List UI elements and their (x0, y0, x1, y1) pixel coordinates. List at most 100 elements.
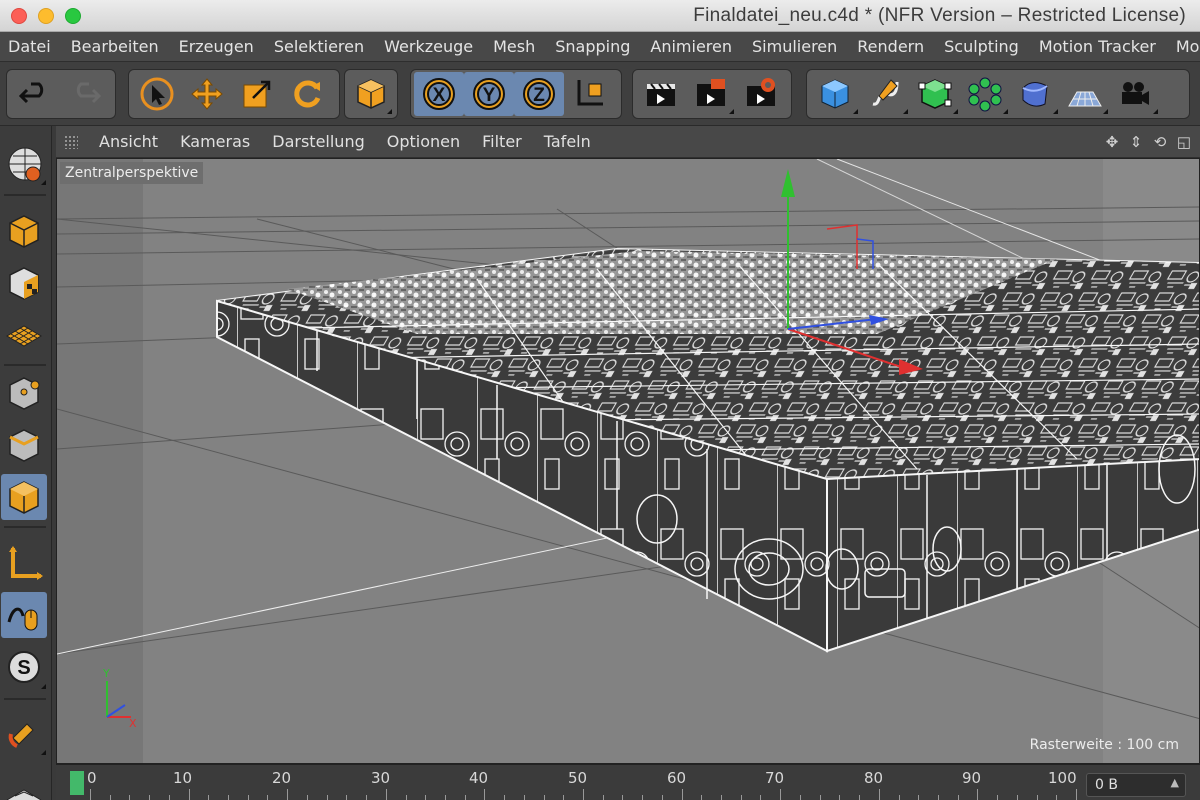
3d-viewport[interactable]: Zentralperspektive Rasterweite : 100 cm … (56, 158, 1200, 764)
camera-icon[interactable] (1110, 72, 1160, 116)
viewport-scene (57, 159, 1199, 763)
viewport-menu-tafeln[interactable]: Tafeln (533, 132, 602, 151)
frame-tick (937, 795, 939, 800)
floor-grid-icon[interactable] (1, 762, 47, 800)
points-mode-icon[interactable] (1, 370, 47, 416)
menu-sculpting[interactable]: Sculpting (934, 37, 1029, 56)
menu-snapping[interactable]: Snapping (545, 37, 640, 56)
menu-mesh[interactable]: Mesh (483, 37, 545, 56)
frame-ruler[interactable]: 0 10 20 30 40 50 60 70 80 90 100 (66, 765, 1077, 800)
viewport-menu-darstellung[interactable]: Darstellung (261, 132, 375, 151)
viewport-menu-kameras[interactable]: Kameras (169, 132, 261, 151)
undo-redo-group (6, 69, 116, 119)
render-group (632, 69, 792, 119)
render-view-icon[interactable] (636, 72, 686, 116)
menu-rendern[interactable]: Rendern (847, 37, 934, 56)
y-axis-icon[interactable]: Y (464, 72, 514, 116)
frame-tick (721, 795, 723, 800)
frame-tick (878, 789, 880, 800)
menu-simulieren[interactable]: Simulieren (742, 37, 847, 56)
menu-animieren[interactable]: Animieren (640, 37, 742, 56)
array-icon[interactable] (960, 72, 1010, 116)
frame-tick (523, 795, 525, 800)
frame-tick (661, 795, 663, 800)
frame-tick (740, 795, 742, 800)
close-window-button[interactable] (11, 8, 27, 24)
menu-datei[interactable]: Datei (0, 37, 61, 56)
frame-tick-label: 0 (87, 769, 97, 787)
window-titlebar: Finaldatei_neu.c4d * (NFR Version – Rest… (0, 0, 1200, 32)
frame-tick (287, 789, 289, 800)
menu-selektieren[interactable]: Selektieren (264, 37, 374, 56)
svg-text:Y: Y (102, 667, 110, 680)
frame-tick (799, 795, 801, 800)
frame-tick (247, 795, 249, 800)
subdivision-surface-icon[interactable] (910, 72, 960, 116)
frame-tick (228, 795, 230, 800)
viewport-menu-filter[interactable]: Filter (471, 132, 533, 151)
tweak-mode-icon[interactable] (1, 592, 47, 638)
texture-mode-icon[interactable] (1, 260, 47, 306)
rotate-icon[interactable] (282, 72, 332, 116)
model-mode-icon[interactable] (1, 208, 47, 254)
make-editable-icon[interactable] (1, 140, 47, 186)
frame-tick (129, 795, 131, 800)
frame-tick (90, 789, 91, 800)
magnet-icon[interactable] (1, 710, 47, 756)
frame-tick-label: 10 (173, 769, 193, 787)
render-picture-viewer-icon[interactable] (686, 72, 736, 116)
stepper-arrows-icon[interactable]: ▲ (1171, 776, 1179, 789)
polygons-mode-icon[interactable] (1, 474, 47, 520)
frame-tick (464, 795, 466, 800)
deformer-icon[interactable] (1010, 72, 1060, 116)
viewport-rotate-icon[interactable]: ⟲ (1150, 132, 1170, 152)
spline-pen-icon[interactable] (860, 72, 910, 116)
panel-grip-handle[interactable] (64, 134, 78, 149)
frame-tick (484, 789, 486, 800)
window-title: Finaldatei_neu.c4d * (NFR Version – Rest… (693, 5, 1186, 26)
frame-tick-label: 70 (765, 769, 785, 787)
axis-mode-icon[interactable] (1, 540, 47, 586)
frame-tick (366, 795, 368, 800)
object-mode-icon[interactable] (348, 72, 394, 116)
viewport-menu-optionen[interactable]: Optionen (376, 132, 471, 151)
timeline-ruler[interactable]: 0 10 20 30 40 50 60 70 80 90 100 0 B ▲ (56, 764, 1200, 800)
grid-spacing-label: Rasterweite : 100 cm (1029, 737, 1179, 753)
z-axis-icon[interactable]: Z (514, 72, 564, 116)
transform-tools-group (128, 69, 340, 119)
camera-view-label[interactable]: Zentralperspektive (60, 162, 204, 184)
menu-bearbeiten[interactable]: Bearbeiten (61, 37, 169, 56)
menu-werkzeuge[interactable]: Werkzeuge (374, 37, 483, 56)
render-settings-icon[interactable] (736, 72, 786, 116)
viewport-pan-icon[interactable]: ✥ (1102, 132, 1122, 152)
move-icon[interactable] (182, 72, 232, 116)
viewport-zoom-icon[interactable]: ⇕ (1126, 132, 1146, 152)
frame-tick (425, 795, 427, 800)
select-arrow-icon[interactable] (132, 72, 182, 116)
minimize-window-button[interactable] (38, 8, 54, 24)
x-axis-icon[interactable]: X (414, 72, 464, 116)
undo-icon[interactable] (10, 72, 60, 116)
frame-tick-label: 50 (568, 769, 588, 787)
scale-icon[interactable] (232, 72, 282, 116)
frame-tick-label: 30 (371, 769, 391, 787)
viewport-menu-ansicht[interactable]: Ansicht (88, 132, 169, 151)
frame-tick (642, 795, 644, 800)
viewport-maximize-icon[interactable]: ◱ (1174, 132, 1194, 152)
frame-tick-label: 20 (272, 769, 292, 787)
current-frame-field[interactable]: 0 B ▲ (1086, 773, 1186, 797)
frame-tick-label: 40 (469, 769, 489, 787)
snap-icon[interactable]: S (1, 644, 47, 690)
frame-tick (997, 795, 999, 800)
cube-primitive-icon[interactable] (810, 72, 860, 116)
frame-tick (444, 795, 446, 800)
edges-mode-icon[interactable] (1, 422, 47, 468)
redo-icon[interactable] (60, 72, 110, 116)
menu-motion-tracker[interactable]: Motion Tracker (1029, 37, 1166, 56)
workplane-icon[interactable] (1, 312, 47, 358)
menu-erzeugen[interactable]: Erzeugen (169, 37, 264, 56)
floor-icon[interactable] (1060, 72, 1110, 116)
coordinate-system-icon[interactable] (564, 72, 614, 116)
zoom-window-button[interactable] (65, 8, 81, 24)
menu-mograph[interactable]: MoGr (1166, 37, 1200, 56)
